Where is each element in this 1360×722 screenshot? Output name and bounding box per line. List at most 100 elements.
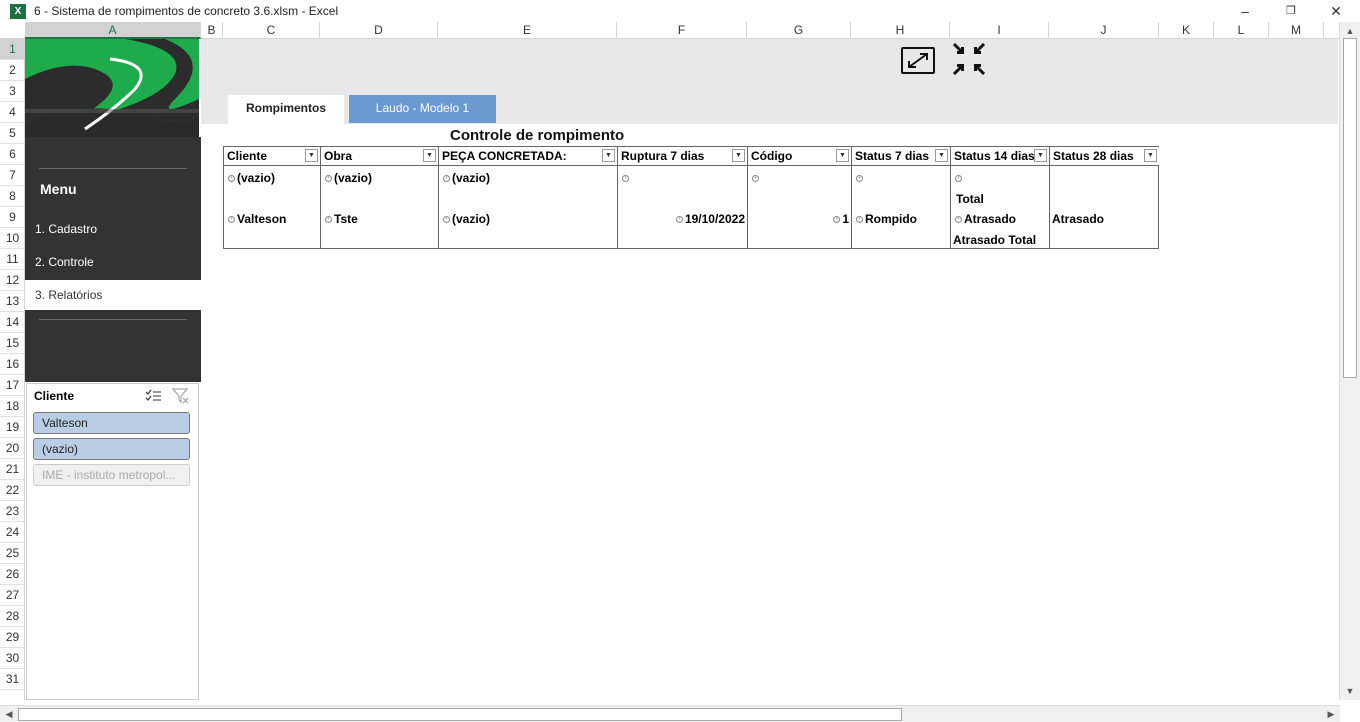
- scroll-left-icon[interactable]: ◀: [2, 707, 16, 721]
- slicer-item-valteson[interactable]: Valteson: [33, 412, 190, 434]
- pivot-cell[interactable]: -: [856, 171, 865, 185]
- compress-icon[interactable]: [952, 42, 986, 76]
- row-header-10[interactable]: 10: [0, 228, 25, 249]
- row-header-8[interactable]: 8: [0, 186, 25, 207]
- menu-item-cadastro[interactable]: 1. Cadastro: [25, 214, 201, 244]
- pivot-cell[interactable]: -: [752, 171, 761, 185]
- row-header-18[interactable]: 18: [0, 396, 25, 417]
- pivot-cell[interactable]: Atrasado: [1052, 212, 1104, 226]
- column-header-m[interactable]: M: [1269, 22, 1324, 39]
- row-header-15[interactable]: 15: [0, 333, 25, 354]
- collapse-icon[interactable]: -: [622, 175, 629, 183]
- pivot-cell[interactable]: -: [955, 171, 964, 185]
- minimize-button[interactable]: –: [1235, 3, 1255, 19]
- collapse-icon[interactable]: -: [675, 216, 683, 224]
- row-header-21[interactable]: 21: [0, 459, 25, 480]
- row-header-25[interactable]: 25: [0, 543, 25, 564]
- pivot-cell[interactable]: - Tste: [325, 212, 358, 226]
- restore-button[interactable]: ❐: [1281, 3, 1301, 19]
- collapse-icon[interactable]: -: [856, 175, 863, 183]
- filter-dropdown-icon[interactable]: ▼: [732, 149, 745, 162]
- filter-dropdown-icon[interactable]: ▼: [836, 149, 849, 162]
- filter-dropdown-icon[interactable]: ▼: [1144, 149, 1157, 162]
- collapse-icon[interactable]: -: [228, 216, 235, 224]
- collapse-icon[interactable]: -: [955, 216, 962, 224]
- row-header-9[interactable]: 9: [0, 207, 25, 228]
- pivot-cell[interactable]: - (vazio): [325, 171, 372, 185]
- column-header-j[interactable]: J: [1049, 22, 1159, 39]
- pivot-cell[interactable]: - Atrasado: [955, 212, 1016, 226]
- vertical-scrollbar[interactable]: ▲ ▼: [1339, 22, 1360, 700]
- row-header-31[interactable]: 31: [0, 669, 25, 690]
- row-header-20[interactable]: 20: [0, 438, 25, 459]
- filter-dropdown-icon[interactable]: ▼: [602, 149, 615, 162]
- menu-item-controle[interactable]: 2. Controle: [25, 247, 201, 277]
- scroll-down-icon[interactable]: ▼: [1343, 684, 1357, 698]
- pivot-cell[interactable]: - (vazio): [443, 212, 490, 226]
- row-header-29[interactable]: 29: [0, 627, 25, 648]
- slicer-item-vazio[interactable]: (vazio): [33, 438, 190, 460]
- collapse-icon[interactable]: -: [325, 175, 332, 183]
- pivot-cell[interactable]: - Rompido: [856, 212, 917, 226]
- row-header-27[interactable]: 27: [0, 585, 25, 606]
- multi-select-icon[interactable]: [145, 388, 163, 404]
- column-header-k[interactable]: K: [1159, 22, 1214, 39]
- scroll-up-icon[interactable]: ▲: [1343, 24, 1357, 38]
- row-header-14[interactable]: 14: [0, 312, 25, 333]
- row-header-5[interactable]: 5: [0, 123, 25, 144]
- collapse-icon[interactable]: -: [833, 216, 841, 224]
- filter-dropdown-icon[interactable]: ▼: [935, 149, 948, 162]
- close-button[interactable]: ✕: [1326, 3, 1346, 19]
- tab-rompimentos[interactable]: Rompimentos: [228, 95, 344, 124]
- expand-icon[interactable]: [901, 47, 935, 74]
- pivot-cell[interactable]: -1: [833, 212, 849, 226]
- row-header-28[interactable]: 28: [0, 606, 25, 627]
- collapse-icon[interactable]: -: [443, 175, 450, 183]
- collapse-icon[interactable]: -: [856, 216, 863, 224]
- cliente-slicer[interactable]: Cliente Valteson (vazio) IME - instituto…: [26, 383, 199, 700]
- tab-laudo-modelo-1[interactable]: Laudo - Modelo 1: [349, 95, 496, 123]
- sheet-grid[interactable]: [25, 39, 1339, 700]
- scroll-right-icon[interactable]: ▶: [1324, 707, 1338, 721]
- column-header-a[interactable]: A: [25, 22, 201, 39]
- row-header-12[interactable]: 12: [0, 270, 25, 291]
- column-header-e[interactable]: E: [438, 22, 617, 39]
- row-header-26[interactable]: 26: [0, 564, 25, 585]
- horizontal-scroll-thumb[interactable]: [18, 708, 902, 721]
- pivot-cell[interactable]: -19/10/2022: [675, 212, 745, 226]
- row-header-22[interactable]: 22: [0, 480, 25, 501]
- collapse-icon[interactable]: -: [325, 216, 332, 224]
- row-header-16[interactable]: 16: [0, 354, 25, 375]
- collapse-icon[interactable]: -: [955, 175, 962, 183]
- slicer-item-ime[interactable]: IME - instituto metropol...: [33, 464, 190, 486]
- row-header-13[interactable]: 13: [0, 291, 25, 312]
- row-header-11[interactable]: 11: [0, 249, 25, 270]
- column-header-l[interactable]: L: [1214, 22, 1269, 39]
- column-header-b[interactable]: B: [201, 22, 223, 39]
- column-header-d[interactable]: D: [320, 22, 438, 39]
- collapse-icon[interactable]: -: [443, 216, 450, 224]
- filter-dropdown-icon[interactable]: ▼: [1034, 149, 1047, 162]
- row-header-17[interactable]: 17: [0, 375, 25, 396]
- row-header-7[interactable]: 7: [0, 165, 25, 186]
- row-header-2[interactable]: 2: [0, 60, 25, 81]
- column-header-c[interactable]: C: [223, 22, 320, 39]
- row-header-24[interactable]: 24: [0, 522, 25, 543]
- column-header-g[interactable]: G: [747, 22, 851, 39]
- collapse-icon[interactable]: -: [752, 175, 759, 183]
- row-header-4[interactable]: 4: [0, 102, 25, 123]
- pivot-cell[interactable]: - (vazio): [228, 171, 275, 185]
- pivot-cell[interactable]: - Valteson: [228, 212, 286, 226]
- row-header-6[interactable]: 6: [0, 144, 25, 165]
- filter-dropdown-icon[interactable]: ▼: [423, 149, 436, 162]
- pivot-cell[interactable]: -: [622, 171, 631, 185]
- column-header-f[interactable]: F: [617, 22, 747, 39]
- row-header-19[interactable]: 19: [0, 417, 25, 438]
- row-header-3[interactable]: 3: [0, 81, 25, 102]
- pivot-table[interactable]: Cliente ▼ Obra ▼ PEÇA CONCRETADA: ▼ Ruptura…: [223, 146, 1159, 249]
- row-header-30[interactable]: 30: [0, 648, 25, 669]
- column-header-h[interactable]: H: [851, 22, 950, 39]
- column-header-i[interactable]: I: [950, 22, 1049, 39]
- row-header-23[interactable]: 23: [0, 501, 25, 522]
- menu-item-relatorios[interactable]: 3. Relatórios: [25, 280, 201, 310]
